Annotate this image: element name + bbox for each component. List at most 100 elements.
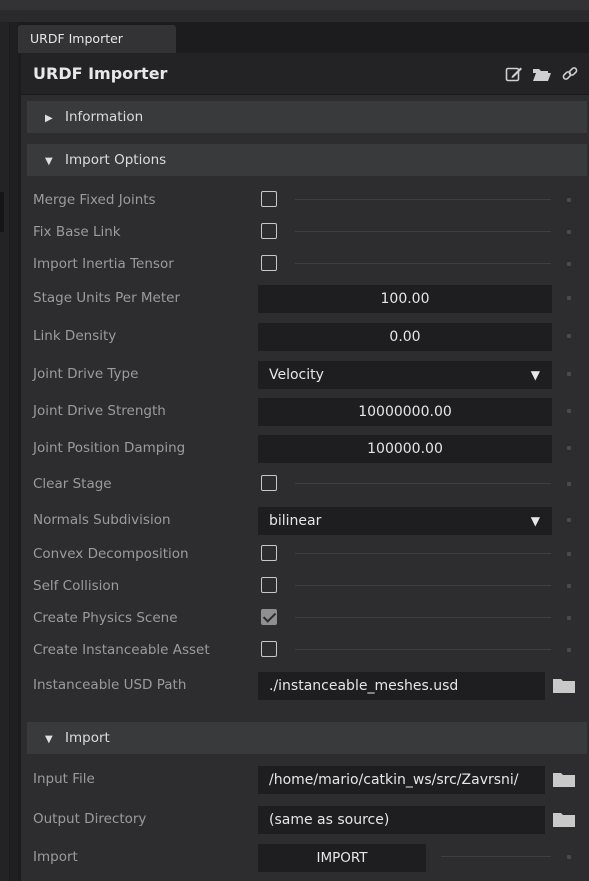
row-joint-drive-strength: Joint Drive Strength 10000000.00 <box>21 396 589 426</box>
expanded-arrow-icon: ▼ <box>45 156 53 167</box>
reset-dot[interactable] <box>567 616 571 620</box>
row-joint-drive-type: Joint Drive Type Velocity ▼ <box>21 359 589 389</box>
section-import-options-label: Import Options <box>65 152 167 168</box>
section-information-header[interactable]: ▶ Information <box>27 101 587 133</box>
dock-splitter[interactable] <box>0 192 4 232</box>
joint-drive-strength-label: Joint Drive Strength <box>33 403 166 419</box>
row-import-inertia-tensor: Import Inertia Tensor <box>21 249 589 279</box>
row-import-action: Import IMPORT <box>21 842 589 872</box>
merge-fixed-joints-checkbox[interactable] <box>261 191 277 207</box>
output-directory-input[interactable]: (same as source) <box>258 806 545 834</box>
reset-dot[interactable] <box>567 230 571 234</box>
merge-fixed-joints-label: Merge Fixed Joints <box>33 192 156 208</box>
row-divider <box>295 263 551 264</box>
joint-position-damping-input[interactable]: 100000.00 <box>258 435 552 463</box>
row-merge-fixed-joints: Merge Fixed Joints <box>21 185 589 215</box>
section-import-header[interactable]: ▼ Import <box>27 722 587 754</box>
row-link-density: Link Density 0.00 <box>21 321 589 351</box>
folder-icon[interactable] <box>552 676 576 694</box>
reset-dot[interactable] <box>567 446 571 450</box>
link-icon[interactable] <box>561 65 579 83</box>
panel-titlebar: URDF Importer <box>21 53 589 95</box>
fix-base-link-checkbox[interactable] <box>261 223 277 239</box>
convex-decomposition-label: Convex Decomposition <box>33 546 189 562</box>
row-divider <box>295 483 551 484</box>
row-stage-units-per-meter: Stage Units Per Meter 100.00 <box>21 283 589 313</box>
joint-drive-type-dropdown[interactable]: Velocity ▼ <box>258 361 552 389</box>
output-directory-label: Output Directory <box>33 811 147 827</box>
create-physics-scene-checkbox[interactable] <box>261 609 277 625</box>
import-button[interactable]: IMPORT <box>258 844 426 872</box>
top-bar <box>0 0 589 22</box>
import-action-label: Import <box>33 849 78 865</box>
clear-stage-checkbox[interactable] <box>261 475 277 491</box>
row-normals-subdivision: Normals Subdivision bilinear ▼ <box>21 505 589 535</box>
left-dock-strip <box>0 22 10 881</box>
link-density-input[interactable]: 0.00 <box>258 323 552 351</box>
create-instanceable-asset-checkbox[interactable] <box>261 641 277 657</box>
row-joint-position-damping: Joint Position Damping 100000.00 <box>21 433 589 463</box>
top-bar-shadow <box>0 0 589 10</box>
normals-subdivision-label: Normals Subdivision <box>33 512 171 528</box>
import-inertia-tensor-label: Import Inertia Tensor <box>33 256 174 272</box>
instanceable-usd-path-label: Instanceable USD Path <box>33 677 187 693</box>
urdf-importer-window: URDF Importer URDF Importer ▶ Information… <box>18 22 589 881</box>
row-self-collision: Self Collision <box>21 571 589 601</box>
expanded-arrow-icon: ▼ <box>45 734 53 745</box>
collapsed-arrow-icon: ▶ <box>45 113 53 124</box>
reset-dot[interactable] <box>567 482 571 486</box>
reset-dot[interactable] <box>567 518 571 522</box>
normals-subdivision-dropdown[interactable]: bilinear ▼ <box>258 507 552 535</box>
joint-position-damping-label: Joint Position Damping <box>33 440 186 456</box>
reset-dot[interactable] <box>567 198 571 202</box>
row-divider <box>295 553 551 554</box>
section-import-options-header[interactable]: ▼ Import Options <box>27 144 587 176</box>
fix-base-link-label: Fix Base Link <box>33 224 121 240</box>
joint-drive-type-value: Velocity <box>269 367 324 383</box>
row-output-directory: Output Directory (same as source) <box>21 804 589 834</box>
reset-dot[interactable] <box>567 334 571 338</box>
panel-title: URDF Importer <box>33 64 168 83</box>
reset-dot[interactable] <box>567 648 571 652</box>
instanceable-usd-path-input[interactable]: ./instanceable_meshes.usd <box>258 672 545 700</box>
stage-units-per-meter-input[interactable]: 100.00 <box>258 285 552 313</box>
joint-drive-type-label: Joint Drive Type <box>33 366 139 382</box>
row-divider <box>295 649 551 650</box>
dropdown-arrow-icon: ▼ <box>530 514 540 528</box>
row-instanceable-usd-path: Instanceable USD Path ./instanceable_mes… <box>21 670 589 700</box>
folder-icon[interactable] <box>552 770 576 788</box>
dropdown-arrow-icon: ▼ <box>530 368 540 382</box>
section-import-label: Import <box>65 730 110 746</box>
folder-icon[interactable] <box>552 810 576 828</box>
folder-icon[interactable] <box>532 65 552 83</box>
input-file-input[interactable]: /home/mario/catkin_ws/src/Zavrsni/ <box>258 766 545 794</box>
titlebar-icons <box>505 65 579 83</box>
clear-stage-label: Clear Stage <box>33 476 112 492</box>
row-convex-decomposition: Convex Decomposition <box>21 539 589 569</box>
row-divider <box>441 856 551 857</box>
self-collision-checkbox[interactable] <box>261 577 277 593</box>
row-create-instanceable-asset: Create Instanceable Asset <box>21 635 589 665</box>
edit-icon[interactable] <box>505 65 523 83</box>
row-divider <box>295 231 551 232</box>
reset-dot[interactable] <box>567 409 571 413</box>
row-clear-stage: Clear Stage <box>21 469 589 499</box>
link-density-label: Link Density <box>33 328 117 344</box>
row-input-file: Input File /home/mario/catkin_ws/src/Zav… <box>21 764 589 794</box>
stage-units-per-meter-label: Stage Units Per Meter <box>33 290 181 306</box>
joint-drive-strength-input[interactable]: 10000000.00 <box>258 398 552 426</box>
import-inertia-tensor-checkbox[interactable] <box>261 255 277 271</box>
reset-dot[interactable] <box>567 372 571 376</box>
reset-dot[interactable] <box>567 296 571 300</box>
convex-decomposition-checkbox[interactable] <box>261 545 277 561</box>
reset-dot[interactable] <box>567 855 571 859</box>
row-divider <box>295 585 551 586</box>
row-fix-base-link: Fix Base Link <box>21 217 589 247</box>
reset-dot[interactable] <box>567 584 571 588</box>
create-instanceable-asset-label: Create Instanceable Asset <box>33 642 210 658</box>
reset-dot[interactable] <box>567 262 571 266</box>
reset-dot[interactable] <box>567 552 571 556</box>
tab-urdf-importer[interactable]: URDF Importer <box>18 25 176 53</box>
create-physics-scene-label: Create Physics Scene <box>33 610 178 626</box>
self-collision-label: Self Collision <box>33 578 120 594</box>
